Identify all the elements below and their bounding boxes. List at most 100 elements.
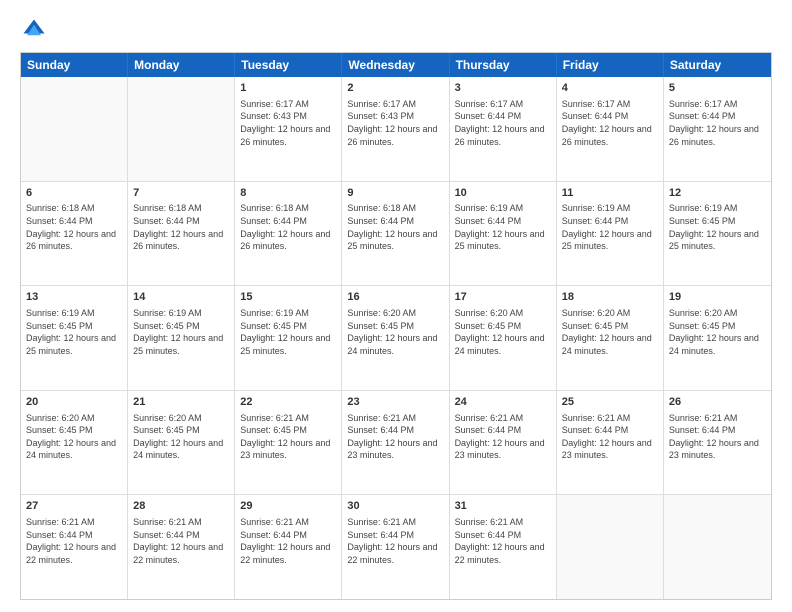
calendar-header: SundayMondayTuesdayWednesdayThursdayFrid… — [21, 53, 771, 77]
day-info: Sunrise: 6:17 AM Sunset: 6:43 PM Dayligh… — [347, 98, 443, 148]
calendar-row-2: 6Sunrise: 6:18 AM Sunset: 6:44 PM Daylig… — [21, 182, 771, 287]
calendar-cell-1: 1 Sunrise: 6:17 AM Sunset: 6:43 PM Daylig… — [235, 77, 342, 181]
day-info: Sunrise: 6:20 AM Sunset: 6:45 PM Dayligh… — [347, 307, 443, 357]
day-number: 21 — [133, 395, 229, 410]
calendar-cell-21: 21Sunrise: 6:20 AM Sunset: 6:45 PM Dayli… — [128, 391, 235, 495]
day-number: 24 — [455, 395, 551, 410]
header-day-saturday: Saturday — [664, 53, 771, 77]
day-info: Sunrise: 6:21 AM Sunset: 6:44 PM Dayligh… — [455, 516, 551, 566]
header — [20, 16, 772, 44]
day-number: 10 — [455, 186, 551, 201]
day-info: Sunrise: 6:18 AM Sunset: 6:44 PM Dayligh… — [347, 202, 443, 252]
day-number: 14 — [133, 290, 229, 305]
calendar-row-4: 20Sunrise: 6:20 AM Sunset: 6:45 PM Dayli… — [21, 391, 771, 496]
day-info: Sunrise: 6:17 AM Sunset: 6:44 PM Dayligh… — [562, 98, 658, 148]
header-day-thursday: Thursday — [450, 53, 557, 77]
calendar-cell-4: 4 Sunrise: 6:17 AM Sunset: 6:44 PM Daylig… — [557, 77, 664, 181]
day-info: Sunrise: 6:19 AM Sunset: 6:45 PM Dayligh… — [240, 307, 336, 357]
calendar-cell-empty-0-1 — [128, 77, 235, 181]
calendar-cell-7: 7Sunrise: 6:18 AM Sunset: 6:44 PM Daylig… — [128, 182, 235, 286]
calendar-cell-empty-4-6 — [664, 495, 771, 599]
day-number: 18 — [562, 290, 658, 305]
day-number: 31 — [455, 499, 551, 514]
calendar-cell-22: 22 Sunrise: 6:21 AM Sunset: 6:45 PM Dayli… — [235, 391, 342, 495]
day-info: Sunrise: 6:21 AM Sunset: 6:44 PM Dayligh… — [347, 516, 443, 566]
calendar-row-5: 27 Sunrise: 6:21 AM Sunset: 6:44 PM Dayli… — [21, 495, 771, 599]
day-number: 8 — [240, 186, 336, 201]
day-info: Sunrise: 6:17 AM Sunset: 6:44 PM Dayligh… — [455, 98, 551, 148]
header-day-tuesday: Tuesday — [235, 53, 342, 77]
calendar-cell-9: 9Sunrise: 6:18 AM Sunset: 6:44 PM Daylig… — [342, 182, 449, 286]
day-info: Sunrise: 6:21 AM Sunset: 6:44 PM Dayligh… — [562, 412, 658, 462]
day-number: 7 — [133, 186, 229, 201]
day-number: 15 — [240, 290, 336, 305]
day-info: Sunrise: 6:19 AM Sunset: 6:45 PM Dayligh… — [133, 307, 229, 357]
calendar-cell-19: 19 Sunrise: 6:20 AM Sunset: 6:45 PM Dayli… — [664, 286, 771, 390]
day-number: 22 — [240, 395, 336, 410]
calendar: SundayMondayTuesdayWednesdayThursdayFrid… — [20, 52, 772, 600]
day-info: Sunrise: 6:20 AM Sunset: 6:45 PM Dayligh… — [669, 307, 766, 357]
day-info: Sunrise: 6:20 AM Sunset: 6:45 PM Dayligh… — [455, 307, 551, 357]
day-number: 20 — [26, 395, 122, 410]
day-number: 13 — [26, 290, 122, 305]
day-info: Sunrise: 6:19 AM Sunset: 6:44 PM Dayligh… — [455, 202, 551, 252]
calendar-row-1: 1 Sunrise: 6:17 AM Sunset: 6:43 PM Daylig… — [21, 77, 771, 182]
day-info: Sunrise: 6:17 AM Sunset: 6:44 PM Dayligh… — [669, 98, 766, 148]
day-number: 16 — [347, 290, 443, 305]
logo-icon — [20, 16, 48, 44]
calendar-cell-29: 29 Sunrise: 6:21 AM Sunset: 6:44 PM Dayli… — [235, 495, 342, 599]
day-number: 29 — [240, 499, 336, 514]
calendar-body: 1 Sunrise: 6:17 AM Sunset: 6:43 PM Daylig… — [21, 77, 771, 599]
day-number: 1 — [240, 81, 336, 96]
calendar-cell-28: 28 Sunrise: 6:21 AM Sunset: 6:44 PM Dayli… — [128, 495, 235, 599]
day-number: 11 — [562, 186, 658, 201]
calendar-cell-10: 10Sunrise: 6:19 AM Sunset: 6:44 PM Dayli… — [450, 182, 557, 286]
day-number: 3 — [455, 81, 551, 96]
header-day-friday: Friday — [557, 53, 664, 77]
day-number: 28 — [133, 499, 229, 514]
day-number: 19 — [669, 290, 766, 305]
calendar-cell-31: 31 Sunrise: 6:21 AM Sunset: 6:44 PM Dayli… — [450, 495, 557, 599]
calendar-cell-27: 27 Sunrise: 6:21 AM Sunset: 6:44 PM Dayli… — [21, 495, 128, 599]
day-info: Sunrise: 6:20 AM Sunset: 6:45 PM Dayligh… — [562, 307, 658, 357]
day-info: Sunrise: 6:19 AM Sunset: 6:44 PM Dayligh… — [562, 202, 658, 252]
page: SundayMondayTuesdayWednesdayThursdayFrid… — [0, 0, 792, 612]
calendar-cell-24: 24Sunrise: 6:21 AM Sunset: 6:44 PM Dayli… — [450, 391, 557, 495]
day-number: 6 — [26, 186, 122, 201]
calendar-cell-14: 14 Sunrise: 6:19 AM Sunset: 6:45 PM Dayli… — [128, 286, 235, 390]
day-number: 26 — [669, 395, 766, 410]
day-number: 27 — [26, 499, 122, 514]
day-info: Sunrise: 6:21 AM Sunset: 6:44 PM Dayligh… — [133, 516, 229, 566]
calendar-cell-26: 26 Sunrise: 6:21 AM Sunset: 6:44 PM Dayli… — [664, 391, 771, 495]
day-info: Sunrise: 6:19 AM Sunset: 6:45 PM Dayligh… — [669, 202, 766, 252]
calendar-cell-5: 5 Sunrise: 6:17 AM Sunset: 6:44 PM Daylig… — [664, 77, 771, 181]
day-info: Sunrise: 6:19 AM Sunset: 6:45 PM Dayligh… — [26, 307, 122, 357]
calendar-cell-25: 25Sunrise: 6:21 AM Sunset: 6:44 PM Dayli… — [557, 391, 664, 495]
day-number: 9 — [347, 186, 443, 201]
calendar-row-3: 13 Sunrise: 6:19 AM Sunset: 6:45 PM Dayli… — [21, 286, 771, 391]
day-number: 4 — [562, 81, 658, 96]
day-info: Sunrise: 6:18 AM Sunset: 6:44 PM Dayligh… — [133, 202, 229, 252]
calendar-cell-15: 15 Sunrise: 6:19 AM Sunset: 6:45 PM Dayli… — [235, 286, 342, 390]
day-info: Sunrise: 6:21 AM Sunset: 6:45 PM Dayligh… — [240, 412, 336, 462]
day-number: 30 — [347, 499, 443, 514]
calendar-cell-20: 20Sunrise: 6:20 AM Sunset: 6:45 PM Dayli… — [21, 391, 128, 495]
day-info: Sunrise: 6:17 AM Sunset: 6:43 PM Dayligh… — [240, 98, 336, 148]
day-number: 23 — [347, 395, 443, 410]
day-info: Sunrise: 6:21 AM Sunset: 6:44 PM Dayligh… — [669, 412, 766, 462]
day-info: Sunrise: 6:21 AM Sunset: 6:44 PM Dayligh… — [26, 516, 122, 566]
day-info: Sunrise: 6:21 AM Sunset: 6:44 PM Dayligh… — [240, 516, 336, 566]
calendar-cell-6: 6Sunrise: 6:18 AM Sunset: 6:44 PM Daylig… — [21, 182, 128, 286]
calendar-cell-18: 18 Sunrise: 6:20 AM Sunset: 6:45 PM Dayli… — [557, 286, 664, 390]
day-number: 12 — [669, 186, 766, 201]
day-info: Sunrise: 6:21 AM Sunset: 6:44 PM Dayligh… — [347, 412, 443, 462]
calendar-cell-empty-0-0 — [21, 77, 128, 181]
calendar-cell-12: 12Sunrise: 6:19 AM Sunset: 6:45 PM Dayli… — [664, 182, 771, 286]
calendar-cell-17: 17Sunrise: 6:20 AM Sunset: 6:45 PM Dayli… — [450, 286, 557, 390]
day-number: 2 — [347, 81, 443, 96]
day-info: Sunrise: 6:18 AM Sunset: 6:44 PM Dayligh… — [26, 202, 122, 252]
calendar-cell-empty-4-5 — [557, 495, 664, 599]
header-day-wednesday: Wednesday — [342, 53, 449, 77]
day-number: 5 — [669, 81, 766, 96]
calendar-cell-23: 23 Sunrise: 6:21 AM Sunset: 6:44 PM Dayli… — [342, 391, 449, 495]
